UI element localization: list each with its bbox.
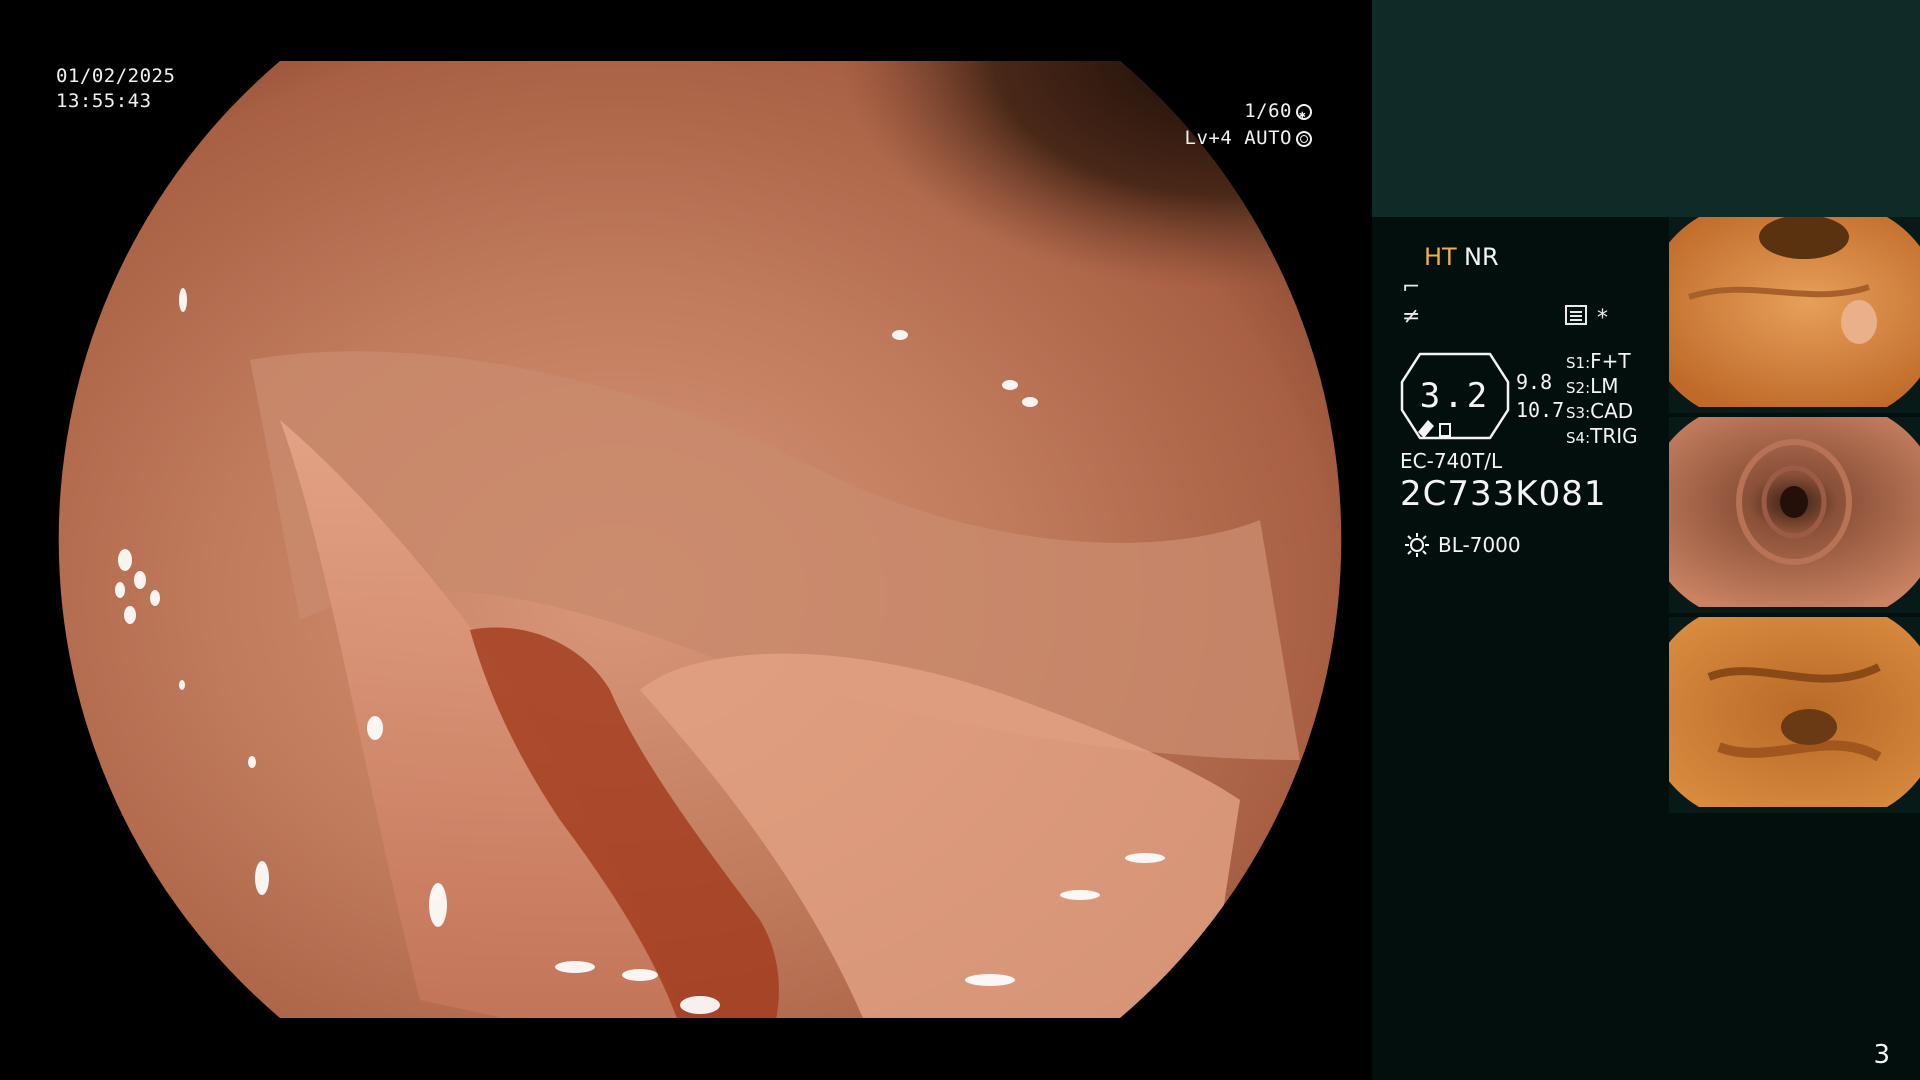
endoscope-image [58,61,1342,1018]
thumbnail-image [1669,417,1920,607]
switch-key: S1: [1566,354,1591,372]
switch-s1: S1:F+T [1566,349,1631,373]
light-source-label: BL-7000 [1438,533,1521,557]
sidebar-header-panel [1372,0,1920,217]
page-number: 3 [1873,1040,1890,1070]
switch-s3: S3:CAD [1566,399,1633,423]
structure-icon: ≠ [1402,304,1421,329]
switch-value: TRIG [1590,424,1638,448]
switch-value: LM [1590,374,1619,398]
switch-value: F+T [1590,349,1631,373]
diameter-value-2: 10.7 [1516,398,1565,422]
mode-ht-label: HT [1424,243,1457,271]
light-source-icon [1405,533,1429,557]
endoscope-view: 01/02/2025 13:55:43 1/60 Lv+4 AUTO [0,0,1372,1080]
switch-s2: S2:LM [1566,374,1619,398]
thumbnail-image [1669,617,1920,807]
exposure-level-text: Lv+4 AUTO [1184,127,1292,149]
settings-menu-icon [1565,305,1587,325]
capture-thumbnail-3[interactable] [1669,617,1920,813]
switch-key: S2: [1566,379,1591,397]
asterisk-icon: * [1597,306,1608,331]
scope-model: EC-740T/L [1400,449,1503,473]
diameter-value-1: 9.8 [1516,370,1553,394]
mode-nr-label: NR [1464,243,1499,271]
exposure-overlay: 1/60 Lv+4 AUTO [1112,98,1312,152]
shutter-icon [1296,102,1312,127]
scope-number: 3.2 [1419,376,1491,416]
switch-value: CAD [1590,399,1634,423]
enhancement-icon: ⌐ [1402,275,1421,300]
capture-thumbnail-2[interactable] [1669,417,1920,613]
thumbnail-image [1669,217,1920,407]
time-text: 13:55:43 [56,90,152,112]
switch-key: S3: [1566,404,1591,422]
capture-thumbnail-1[interactable] [1669,217,1920,413]
date-time-overlay: 01/02/2025 13:55:43 [56,64,175,114]
date-text: 01/02/2025 [56,65,176,87]
shutter-speed-text: 1/60 [1244,100,1292,122]
scope-serial: 2C733K081 [1400,474,1607,514]
switch-key: S4: [1566,429,1591,447]
switch-s4: S4:TRIG [1566,424,1638,448]
aperture-icon [1296,130,1312,147]
